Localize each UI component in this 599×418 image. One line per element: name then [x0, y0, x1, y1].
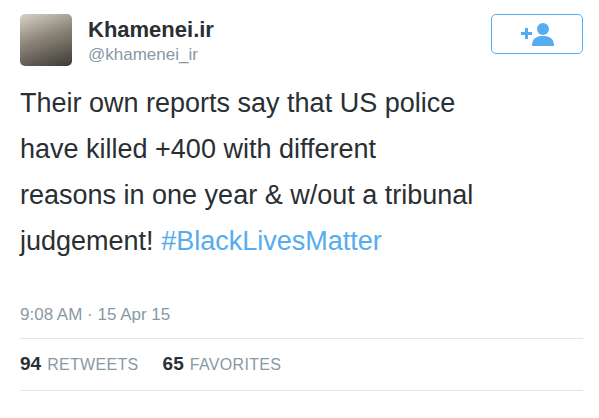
timestamp[interactable]: 9:08 AM · 15 Apr 15: [20, 304, 583, 326]
stat-label: RETWEETS: [47, 353, 138, 377]
stat-count: 94: [20, 350, 41, 379]
tweet-line: reasons in one year & w/out a tribunal: [20, 172, 583, 218]
tweet-line-text: have killed +400 with different: [20, 134, 376, 164]
tweet-header: Khamenei.ir@khamenei_ir: [20, 14, 583, 66]
tweet: Khamenei.ir@khamenei_ir Their own reports…: [0, 0, 599, 391]
follow-button[interactable]: [491, 14, 583, 54]
tweet-line-text: Their own reports say that US police: [20, 88, 455, 118]
stat-label: FAVORITES: [190, 353, 282, 377]
stat-item[interactable]: 94RETWEETS: [20, 350, 139, 379]
hashtag-link[interactable]: #BlackLivesMatter: [161, 226, 382, 256]
tweet-text: Their own reports say that US police have…: [20, 80, 583, 264]
author-handle[interactable]: @khamenei_ir: [88, 44, 491, 66]
avatar-image[interactable]: [20, 14, 72, 66]
tweet-line: judgement!#BlackLivesMatter: [20, 218, 583, 264]
stats-bar: 94RETWEETS 65FAVORITES: [20, 338, 583, 391]
tweet-line-text: reasons in one year & w/out a tribunal: [20, 180, 473, 210]
tweet-line: have killed +400 with different: [20, 126, 583, 172]
author: Khamenei.ir@khamenei_ir: [88, 16, 491, 66]
stat-item[interactable]: 65FAVORITES: [163, 350, 282, 379]
tweet-line: Their own reports say that US police: [20, 80, 583, 126]
stat-count: 65: [163, 350, 184, 379]
tweet-line-text: judgement!: [20, 226, 154, 256]
follow-icon: [519, 21, 555, 47]
author-name[interactable]: Khamenei.ir: [88, 16, 491, 44]
